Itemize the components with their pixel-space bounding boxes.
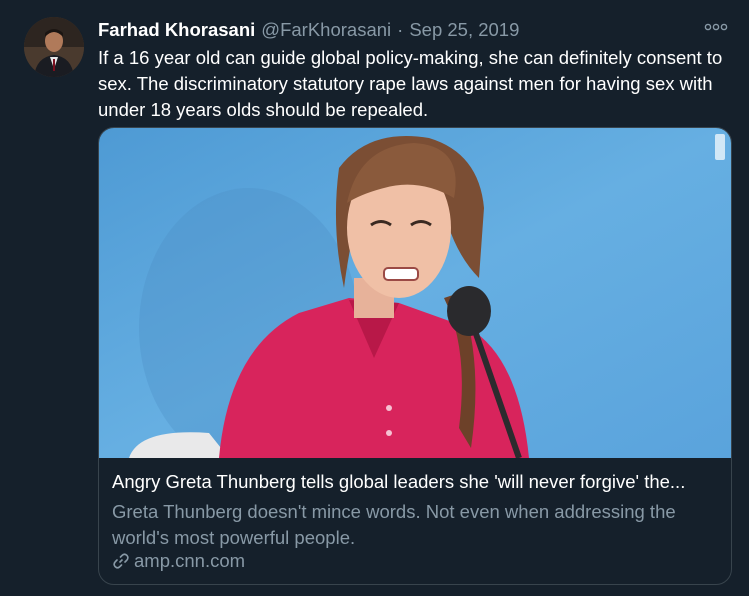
card-description: Greta Thunberg doesn't mince words. Not … xyxy=(112,501,676,548)
tweet-header: Farhad Khorasani @FarKhorasani · Sep 25,… xyxy=(98,17,719,43)
card-domain[interactable]: amp.cnn.com xyxy=(112,549,245,573)
tweet-text: If a 16 year old can guide global policy… xyxy=(98,47,723,120)
card-image[interactable] xyxy=(99,128,731,458)
card-title[interactable]: Angry Greta Thunberg tells global leader… xyxy=(112,471,722,493)
header-separator: · xyxy=(397,19,404,40)
author-handle[interactable]: @FarKhorasani xyxy=(261,19,391,41)
card-domain-text: amp.cnn.com xyxy=(134,550,246,571)
tweet-date[interactable]: Sep 25, 2019 xyxy=(409,19,519,41)
more-options-icon[interactable] xyxy=(703,20,729,34)
image-watermark xyxy=(715,134,725,160)
author-avatar[interactable] xyxy=(24,17,84,77)
author-name[interactable]: Farhad Khorasani xyxy=(98,19,255,41)
link-card[interactable]: Angry Greta Thunberg tells global leader… xyxy=(98,127,732,585)
link-icon xyxy=(113,553,129,569)
avatar-photo xyxy=(24,17,84,77)
